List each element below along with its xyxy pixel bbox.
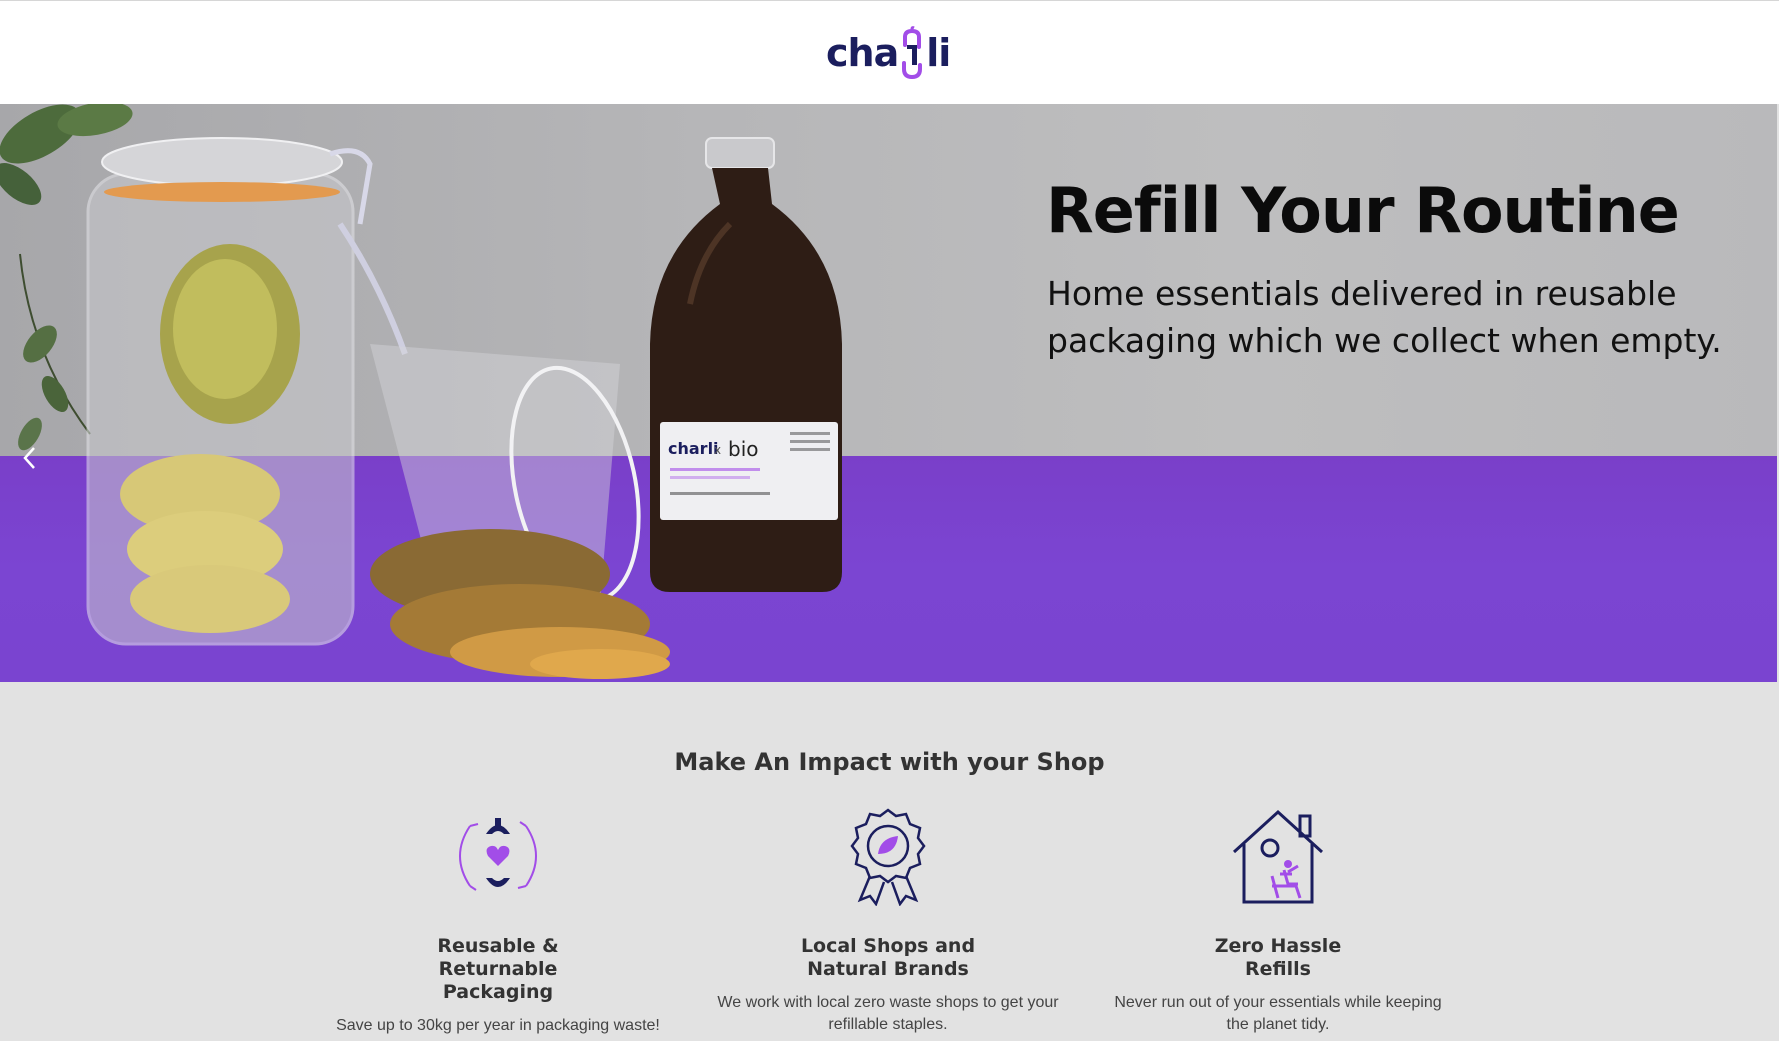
logo-text-right: li <box>926 31 951 75</box>
page: cha li charli x bio Refill Your Routine … <box>0 0 1779 1041</box>
feature-text: We work with local zero waste shops to g… <box>717 994 1059 1033</box>
logo-mark-icon <box>899 25 925 81</box>
feature-reusable-packaging: Reusable & Returnable Packaging Save up … <box>318 806 678 1037</box>
bottle-label-partner: bio <box>728 437 759 461</box>
lentils-pile <box>370 529 670 679</box>
feature-title: Reusable & Returnable Packaging <box>437 935 559 1003</box>
site-header: cha li <box>0 0 1779 104</box>
feature-title: Local Shops and Natural Brands <box>800 935 976 980</box>
feature-local-shops: Local Shops and Natural Brands We work w… <box>708 806 1068 1036</box>
bottle-label-brand: charli <box>668 439 719 458</box>
hero-banner: charli x bio Refill Your Routine Home es… <box>0 104 1777 682</box>
hero-subtitle: Home essentials delivered in reusable pa… <box>1047 274 1722 360</box>
feature-text: Never run out of your essentials while k… <box>1114 994 1442 1033</box>
award-ribbon-icon <box>850 808 926 907</box>
bottle-label-cross: x <box>714 443 721 457</box>
feature-text: Save up to 30kg per year in packaging wa… <box>336 1017 660 1034</box>
hero-product-photo: charli x bio <box>0 104 842 679</box>
home-relax-icon <box>1232 809 1324 904</box>
feature-title: Zero Hassle Refills <box>1214 935 1342 980</box>
reusable-packaging-icon <box>459 818 537 891</box>
logo-text-left: cha <box>826 31 899 75</box>
chevron-left-icon <box>23 447 35 469</box>
feature-zero-hassle: Zero Hassle Refills Never run out of you… <box>1098 806 1458 1036</box>
amber-bottle: charli x bio <box>650 137 842 592</box>
charli-logo[interactable]: cha li <box>826 23 954 83</box>
carousel-prev-button[interactable] <box>20 444 44 474</box>
glass-jar <box>86 137 408 646</box>
impact-section-title: Make An Impact with your Shop <box>674 748 1105 776</box>
hero-title: Refill Your Routine <box>1046 174 1680 247</box>
